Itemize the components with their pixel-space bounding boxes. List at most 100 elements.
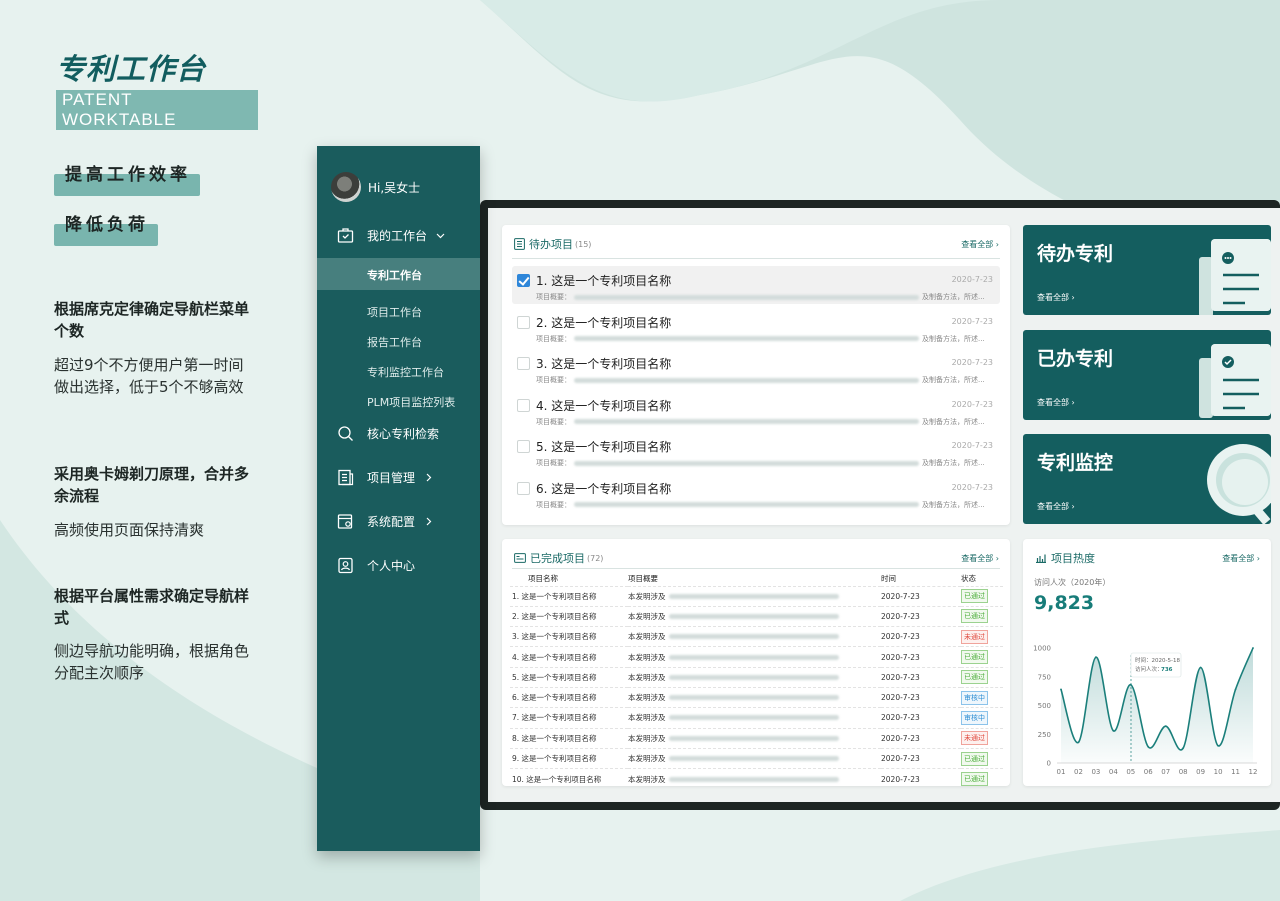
data-point-01[interactable]: [1060, 688, 1062, 691]
todo-count: (15): [575, 239, 592, 249]
brand-title: 专利工作台: [56, 52, 207, 86]
blurred-text: [668, 593, 839, 599]
todo-item[interactable]: 5. 这是一个专利项目名称 2020-7-23 项目概要： 及制备方法，所述...: [512, 432, 1000, 470]
data-point-08[interactable]: [1182, 747, 1185, 749]
status-badge: 审核中: [961, 710, 988, 725]
nav-sub-plm-list[interactable]: PLM项目监控列表: [367, 394, 455, 410]
done-see-all-link[interactable]: 查看全部 ›: [961, 553, 999, 564]
tooltip-value: 736: [1161, 667, 1173, 673]
row-date: 2020-7-23: [881, 646, 961, 668]
y-tick-label: 500: [1038, 702, 1051, 710]
nav-personal[interactable]: 个人中心: [337, 557, 415, 574]
data-point-12[interactable]: [1252, 647, 1254, 649]
summary-tail: 及制备方法，所述...: [922, 500, 985, 509]
row-name: 7. 这是一个专利项目名称: [510, 707, 628, 729]
nav-search[interactable]: 核心专利检索: [337, 425, 439, 442]
table-row[interactable]: 10. 这是一个专利项目名称 本发明涉及 2020-7-23 已通过: [510, 768, 1003, 789]
tile-see-all-link[interactable]: 查看全部 ›: [1037, 397, 1075, 408]
search-icon: [338, 426, 353, 441]
tile-see-all-link[interactable]: 查看全部 ›: [1037, 501, 1075, 512]
todo-item[interactable]: 3. 这是一个专利项目名称 2020-7-23 项目概要： 及制备方法，所述...: [512, 349, 1000, 387]
nav-sub-project-workbench[interactable]: 项目工作台: [367, 304, 422, 320]
todo-item-title: 1. 这是一个专利项目名称: [536, 274, 672, 288]
todo-item-summary: 项目概要： 及制备方法，所述...: [536, 417, 1000, 427]
data-point-11[interactable]: [1234, 688, 1237, 691]
row-name: 3. 这是一个专利项目名称: [510, 626, 628, 647]
pill-load: 降低负荷: [65, 215, 149, 235]
tile-title: 待办专利: [1037, 243, 1114, 265]
data-point-07[interactable]: [1164, 725, 1167, 728]
todo-checkbox[interactable]: [517, 481, 530, 495]
todo-checkbox[interactable]: [517, 315, 530, 329]
todo-checkbox[interactable]: [517, 398, 530, 412]
todo-checkbox[interactable]: [517, 440, 530, 453]
status-badge: 审核中: [961, 690, 988, 705]
summary-prefix: 本发明涉及: [628, 733, 666, 743]
row-status-cell: 已通过: [961, 768, 1003, 789]
table-row[interactable]: 6. 这是一个专利项目名称 本发明涉及 2020-7-23 审核中: [510, 686, 1003, 708]
y-tick-label: 750: [1038, 673, 1051, 681]
nav-sub-patent-workbench[interactable]: 专利工作台: [317, 258, 480, 290]
todo-item[interactable]: 4. 这是一个专利项目名称 2020-7-23 项目概要： 及制备方法，所述...: [512, 391, 1000, 429]
row-date: 2020-7-23: [881, 686, 961, 708]
todo-item[interactable]: 6. 这是一个专利项目名称 2020-7-23 项目概要： 及制备方法，所述...: [512, 474, 1000, 512]
note-heading: 采用奥卡姆剃刀原理，合并多余流程: [54, 465, 250, 505]
row-name: 8. 这是一个专利项目名称: [510, 727, 628, 749]
data-point-02[interactable]: [1077, 741, 1080, 744]
table-row[interactable]: 3. 这是一个专利项目名称 本发明涉及 2020-7-23 未通过: [510, 626, 1003, 647]
summary-tail: 及制备方法，所述...: [922, 293, 985, 301]
table-row[interactable]: 4. 这是一个专利项目名称 本发明涉及 2020-7-23 已通过: [510, 646, 1003, 668]
avatar[interactable]: [331, 172, 361, 202]
table-row[interactable]: 2. 这是一个专利项目名称 本发明涉及 2020-7-23 已通过: [510, 605, 1003, 627]
sidebar: Hi,吴女士 我的工作台 专利工作台 项目工作台 报告工作台 专利监控工作台 P…: [317, 146, 480, 851]
data-point-09[interactable]: [1199, 666, 1202, 669]
x-tick-label: 12: [1249, 768, 1258, 776]
summary-label: 项目概要：: [536, 376, 571, 384]
heat-see-all-link[interactable]: 查看全部 ›: [1222, 553, 1260, 564]
todo-item-title: 2. 这是一个专利项目名称: [536, 315, 672, 330]
status-badge: 已通过: [961, 772, 988, 787]
data-point-04[interactable]: [1112, 729, 1115, 732]
todo-item-summary: 项目概要： 及制备方法，所述...: [536, 500, 1000, 510]
todo-checkbox[interactable]: [517, 357, 530, 370]
summary-prefix: 本发明涉及: [628, 774, 666, 784]
todo-item[interactable]: 1. 这是一个专利项目名称 2020-7-23 项目概要： 及制备方法，所述...: [512, 266, 1000, 304]
user-profile[interactable]: Hi,吴女士: [331, 172, 420, 202]
todo-item[interactable]: 2. 这是一个专利项目名称 2020-7-23 项目概要： 及制备方法，所述...: [512, 308, 1000, 346]
data-point-03[interactable]: [1095, 656, 1097, 659]
table-row[interactable]: 1. 这是一个专利项目名称 本发明涉及 2020-7-23 已通过: [510, 585, 1003, 607]
table-row[interactable]: 9. 这是一个专利项目名称 本发明涉及 2020-7-23 已通过: [510, 747, 1003, 769]
data-point-10[interactable]: [1217, 744, 1219, 747]
tile-see-all-link[interactable]: 查看全部 ›: [1037, 292, 1075, 303]
todo-item-summary: 项目概要： 及制备方法，所述...: [536, 334, 1000, 344]
nav-sub-report-workbench[interactable]: 报告工作台: [367, 334, 422, 350]
row-status-cell: 未通过: [961, 626, 1003, 647]
y-tick-label: 0: [1047, 760, 1051, 768]
row-name: 10. 这是一个专利项目名称: [510, 768, 628, 789]
status-badge: 已通过: [961, 751, 988, 766]
todo-item-title: 4. 这是一个专利项目名称: [536, 398, 672, 413]
nav-system[interactable]: 系统配置: [337, 513, 432, 530]
nav-project[interactable]: 项目管理: [337, 469, 432, 486]
tile-done-patents[interactable]: 已办专利 查看全部 ›: [1023, 330, 1271, 420]
todo-item-title: 6. 这是一个专利项目名称: [536, 481, 672, 496]
row-name: 9. 这是一个专利项目名称: [510, 747, 628, 769]
tooltip-time: 时间：2020-5-18: [1135, 656, 1180, 664]
nav-sub-monitor-workbench[interactable]: 专利监控工作台: [367, 364, 444, 380]
heat-subtitle: 访问人次（2020年）: [1034, 578, 1111, 587]
table-row[interactable]: 8. 这是一个专利项目名称 本发明涉及 2020-7-23 未通过: [510, 727, 1003, 749]
x-tick-label: 02: [1074, 768, 1083, 776]
table-row[interactable]: 5. 这是一个专利项目名称 本发明涉及 2020-7-23 已通过: [510, 666, 1003, 688]
row-date: 2020-7-23: [881, 768, 961, 789]
todo-see-all-link[interactable]: 查看全部 ›: [961, 239, 999, 250]
todo-checkbox[interactable]: [517, 274, 530, 287]
row-date: 2020-7-23: [881, 626, 961, 647]
row-summary: 本发明涉及: [628, 646, 881, 668]
tile-pending-patents[interactable]: 待办专利 查看全部 ›: [1023, 225, 1271, 315]
tile-patent-monitor[interactable]: 专利监控 查看全部 ›: [1023, 434, 1271, 524]
nav-workbench[interactable]: 我的工作台: [337, 227, 445, 244]
status-badge: 已通过: [961, 650, 988, 665]
row-summary: 本发明涉及: [628, 585, 881, 607]
table-row[interactable]: 7. 这是一个专利项目名称 本发明涉及 2020-7-23 审核中: [510, 707, 1003, 729]
data-point-06[interactable]: [1147, 746, 1150, 748]
